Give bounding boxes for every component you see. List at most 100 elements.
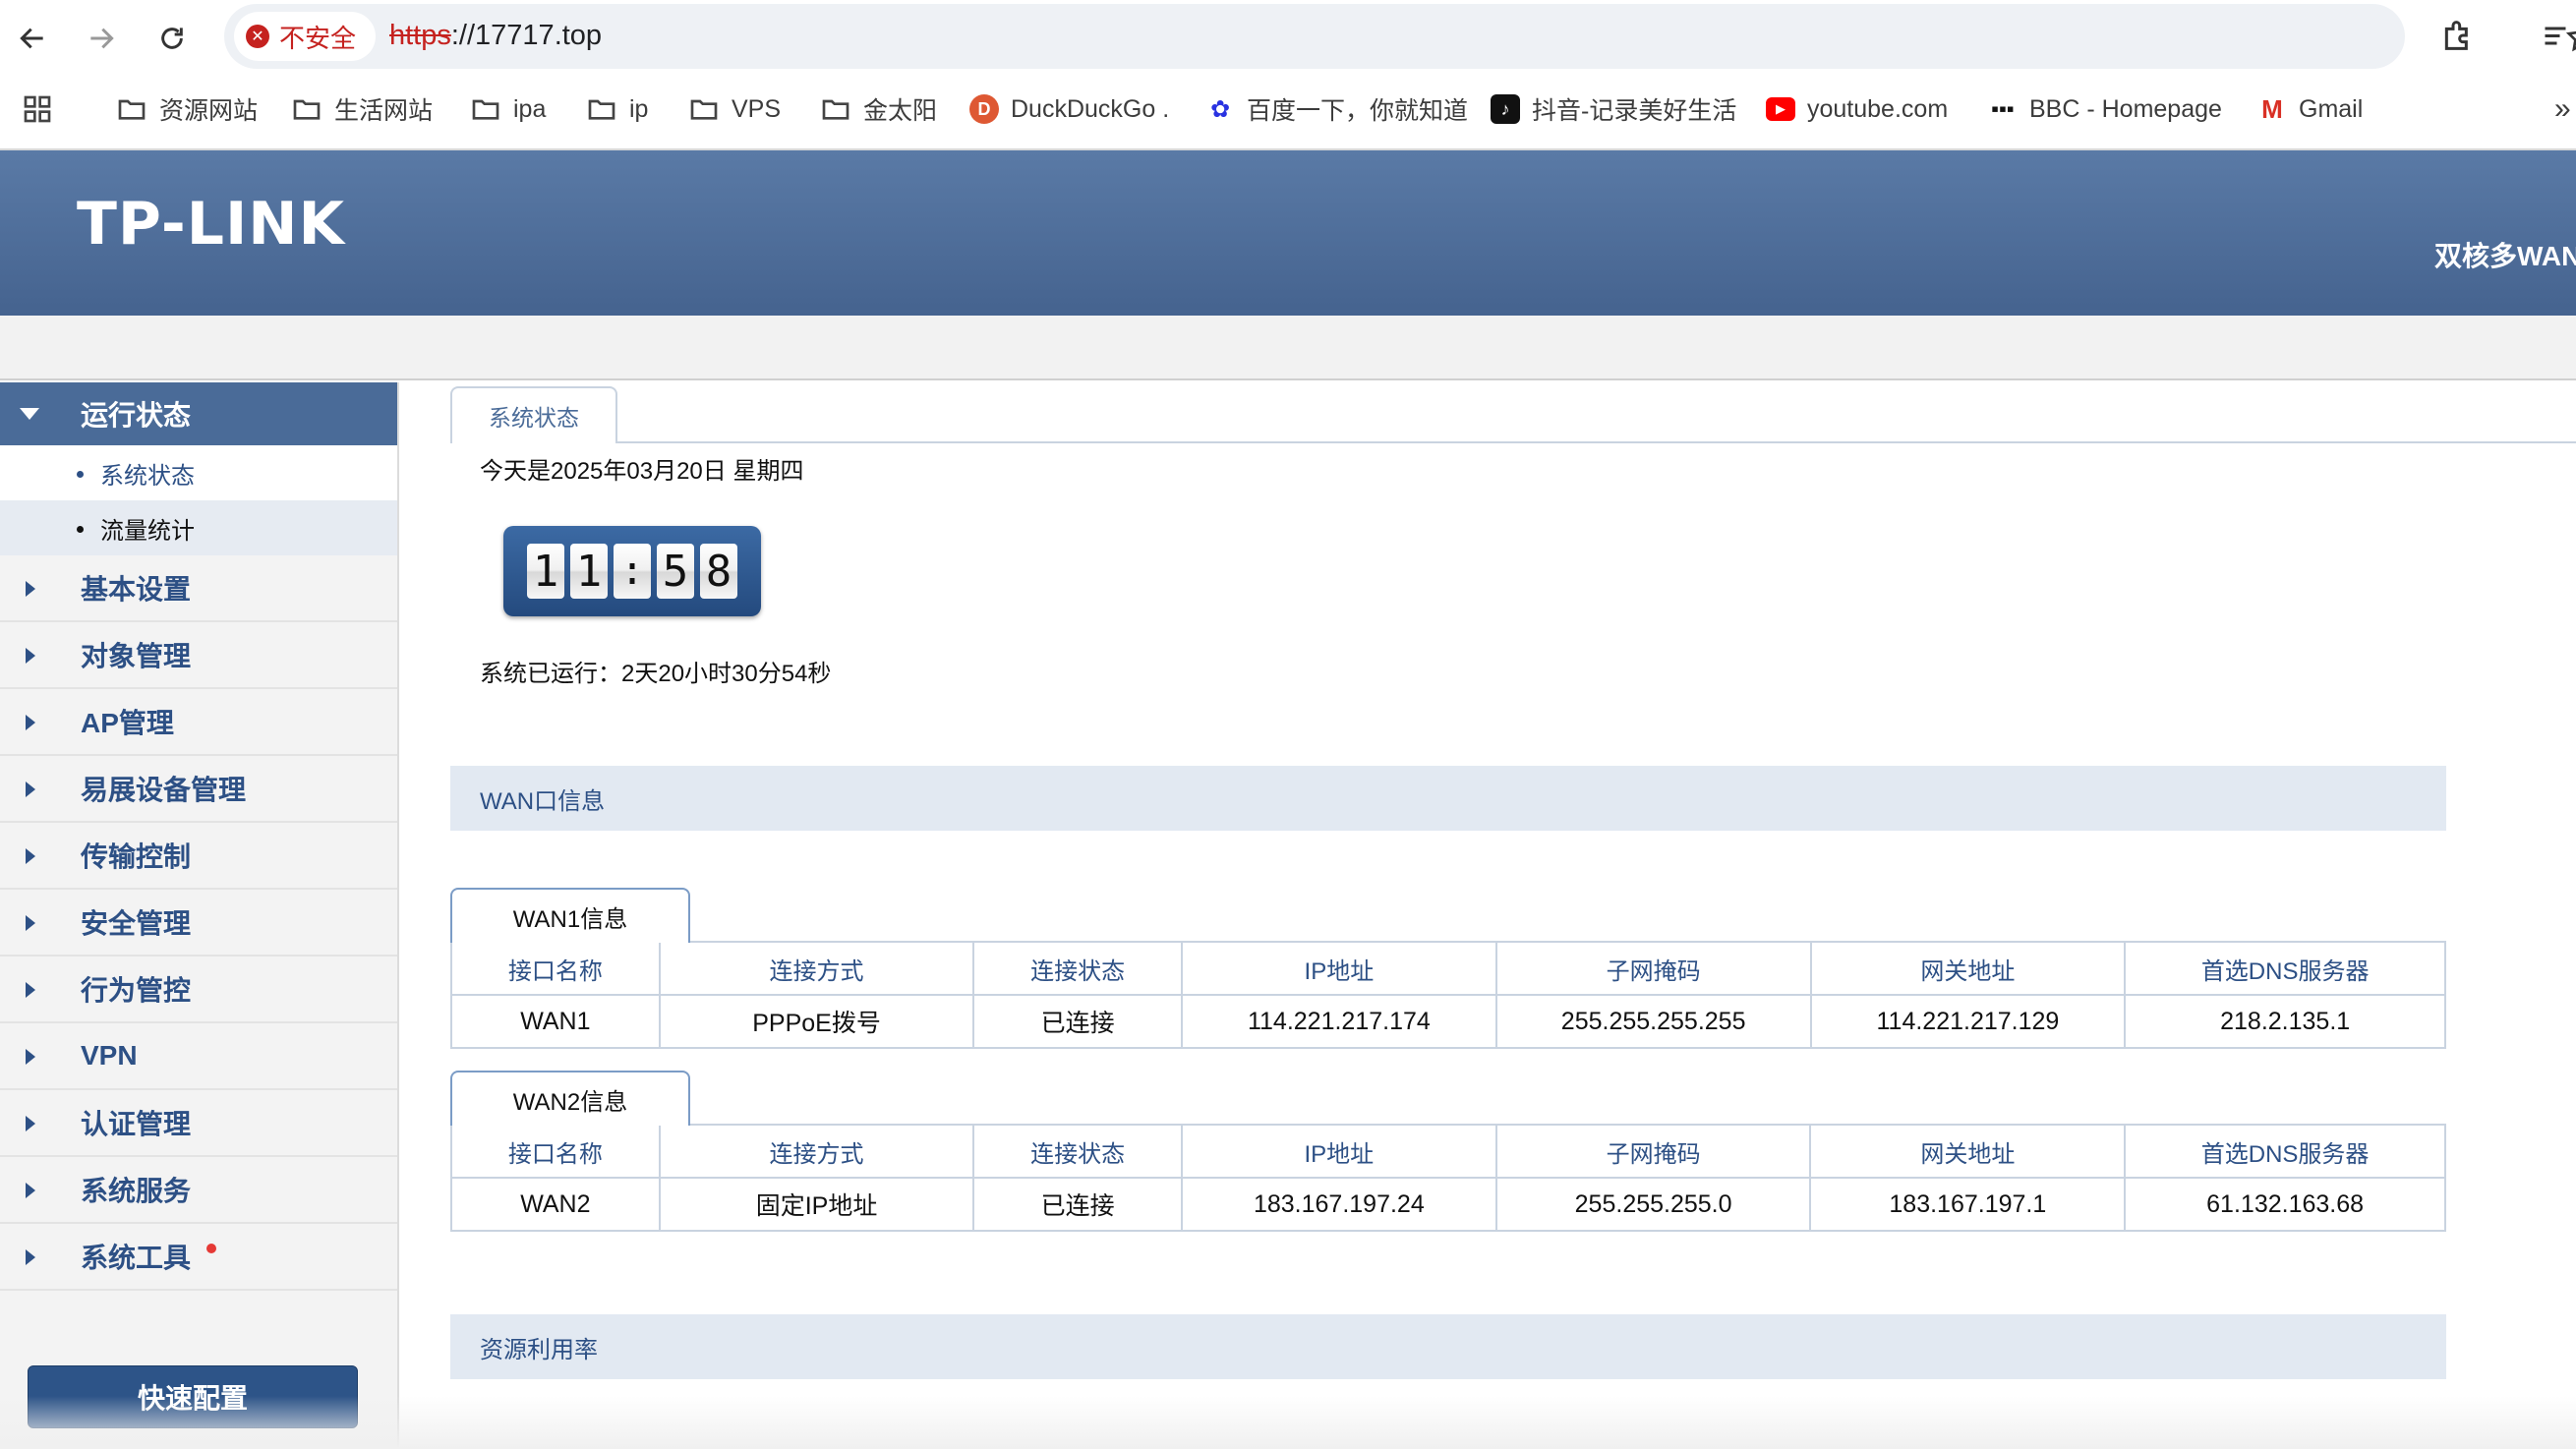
bookmark-label: youtube.com xyxy=(1807,94,1949,123)
bookmark-folder-resources[interactable]: 资源网站 xyxy=(116,87,258,132)
security-indicator[interactable]: ✕ 不安全 xyxy=(234,12,377,61)
bookmark-label: ipa xyxy=(513,94,547,123)
column-header: 首选DNS服务器 xyxy=(2124,1124,2446,1179)
sidebar-subitem-traffic-stats[interactable]: 流量统计 xyxy=(0,500,397,555)
bookmark-duckduckgo[interactable]: D DuckDuckGo . xyxy=(969,87,1169,132)
bookmark-folder-jintaiyang[interactable]: 金太阳 xyxy=(820,87,937,132)
bookmark-label: ip xyxy=(629,94,649,123)
caret-right-icon xyxy=(26,1116,35,1131)
bookmark-folder-ipa[interactable]: ipa xyxy=(470,87,546,132)
sidebar-item-behavior-control[interactable]: 行为管控 xyxy=(0,956,397,1023)
table-cell: 183.167.197.1 xyxy=(1809,1177,2127,1232)
browser-toolbar: ✕ 不安全 https://17717.top xyxy=(0,0,2576,75)
bookmark-bbc[interactable]: ▪▪▪ BBC - Homepage xyxy=(1988,87,2222,132)
bookmarks-overflow-button[interactable]: » xyxy=(2554,87,2571,132)
sidebar-item-ap-management[interactable]: AP管理 xyxy=(0,689,397,756)
header-subbar xyxy=(0,316,2576,380)
caret-right-icon xyxy=(26,915,35,931)
main-content: 系统状态 今天是2025年03月20日 星期四 1 1 : 5 8 系统已运行：… xyxy=(401,382,2576,1449)
bookmark-label: 资源网站 xyxy=(159,97,259,125)
sidebar-item-transfer-control[interactable]: 传输控制 xyxy=(0,823,397,890)
table-cell: 255.255.255.0 xyxy=(1494,1177,1812,1232)
table-cell: PPPoE拨号 xyxy=(658,994,975,1049)
sidebar-item-system-services[interactable]: 系统服务 xyxy=(0,1157,397,1224)
table-cell: 183.167.197.24 xyxy=(1180,1177,1497,1232)
sidebar-item-label: AP管理 xyxy=(81,708,174,738)
sidebar-item-vpn[interactable]: VPN xyxy=(0,1023,397,1090)
caret-right-icon xyxy=(26,581,35,597)
warning-icon: ✕ xyxy=(246,25,269,48)
column-header: 首选DNS服务器 xyxy=(2124,941,2446,996)
sidebar-item-label: 行为管控 xyxy=(81,975,192,1006)
apps-button[interactable] xyxy=(22,87,53,132)
sidebar-subitem-system-status[interactable]: 系统状态 xyxy=(0,445,397,500)
sidebar-group-run-status[interactable]: 运行状态 xyxy=(0,382,397,445)
brand-logo: TP-LINK xyxy=(77,190,346,259)
back-button[interactable] xyxy=(8,14,57,63)
table-cell: 218.2.135.1 xyxy=(2124,994,2446,1049)
column-header: 连接方式 xyxy=(658,1124,975,1179)
bbc-icon: ▪▪▪ xyxy=(1988,94,2018,124)
quick-config-button[interactable]: 快速配置 xyxy=(28,1365,358,1428)
bookmark-folder-vps[interactable]: VPS xyxy=(688,87,781,132)
table-cell: WAN2 xyxy=(450,1177,661,1232)
extensions-icon[interactable] xyxy=(2438,16,2478,55)
wan2-info-tab[interactable]: WAN2信息 xyxy=(450,1071,690,1126)
apps-grid-icon xyxy=(24,95,51,123)
bookmark-folder-ip[interactable]: ip xyxy=(586,87,648,132)
sidebar-group-label: 运行状态 xyxy=(81,400,192,431)
column-header: 子网掩码 xyxy=(1494,941,1812,996)
sidebar-item-system-tools[interactable]: 系统工具 xyxy=(0,1224,397,1291)
bookmarks-bar: 资源网站 生活网站 ipa ip VPS 金太阳 D DuckDuckGo . … xyxy=(0,87,2576,132)
sidebar-item-label: VPN xyxy=(81,1040,138,1071)
sidebar-item-label: 认证管理 xyxy=(81,1109,192,1139)
clock-digit: 1 xyxy=(527,544,564,599)
clock-digit: 8 xyxy=(700,544,737,599)
douyin-icon: ♪ xyxy=(1491,94,1520,124)
arrow-left-icon xyxy=(20,28,43,49)
sidebar-item-authentication[interactable]: 认证管理 xyxy=(0,1090,397,1157)
forward-button[interactable] xyxy=(77,14,126,63)
bullet-icon xyxy=(77,471,84,478)
column-header: 连接状态 xyxy=(972,1124,1183,1179)
bookmark-folder-life[interactable]: 生活网站 xyxy=(291,87,433,132)
bookmark-youtube[interactable]: ▶ youtube.com xyxy=(1766,87,1948,132)
wan1-table: 接口名称 连接方式 连接状态 IP地址 子网掩码 网关地址 首选DNS服务器 W… xyxy=(450,941,2446,1049)
column-header: 接口名称 xyxy=(450,941,661,996)
sidebar-item-object-management[interactable]: 对象管理 xyxy=(0,622,397,689)
sidebar-item-security[interactable]: 安全管理 xyxy=(0,890,397,956)
browser-chrome: ✕ 不安全 https://17717.top 资源网站 生活网站 ipa ip xyxy=(0,0,2576,150)
bookmark-baidu[interactable]: ✿ 百度一下，你就知道 xyxy=(1205,87,1468,132)
table-header-row: 接口名称 连接方式 连接状态 IP地址 子网掩码 网关地址 首选DNS服务器 xyxy=(450,941,2446,996)
url-text: https://17717.top xyxy=(389,20,602,52)
address-bar[interactable]: ✕ 不安全 https://17717.top xyxy=(224,4,2576,69)
sidebar: 运行状态 系统状态 流量统计 基本设置 对象管理 AP管理 易展设备管理 传输控… xyxy=(0,382,399,1449)
column-header: 子网掩码 xyxy=(1494,1124,1812,1179)
sidebar-item-extender-management[interactable]: 易展设备管理 xyxy=(0,756,397,823)
caret-down-icon xyxy=(20,408,39,420)
youtube-icon: ▶ xyxy=(1766,97,1795,121)
caret-right-icon xyxy=(26,1049,35,1065)
bookmark-douyin[interactable]: ♪ 抖音-记录美好生活 xyxy=(1491,87,1736,132)
reading-list-icon[interactable] xyxy=(2541,20,2576,55)
security-label: 不安全 xyxy=(279,23,357,53)
bookmark-gmail[interactable]: M Gmail xyxy=(2257,87,2363,132)
caret-right-icon xyxy=(26,982,35,998)
sidebar-item-label: 传输控制 xyxy=(81,841,192,872)
reload-button[interactable] xyxy=(147,14,197,63)
sidebar-subitem-label: 系统状态 xyxy=(100,462,195,490)
folder-icon xyxy=(822,99,849,120)
column-header: 连接状态 xyxy=(972,941,1183,996)
clock-separator: : xyxy=(614,544,651,599)
folder-icon xyxy=(588,99,615,120)
sidebar-item-basic-settings[interactable]: 基本设置 xyxy=(0,555,397,622)
gmail-icon: M xyxy=(2257,94,2287,124)
baidu-icon: ✿ xyxy=(1205,94,1235,124)
column-header: 接口名称 xyxy=(450,1124,661,1179)
chevron-double-right-icon: » xyxy=(2554,92,2571,125)
column-header: 网关地址 xyxy=(1809,941,2127,996)
tab-system-status[interactable]: 系统状态 xyxy=(450,386,617,443)
wan1-info-tab[interactable]: WAN1信息 xyxy=(450,888,690,943)
uptime-text: 系统已运行：2天20小时30分54秒 xyxy=(480,661,832,687)
bookmark-label: BBC - Homepage xyxy=(2029,94,2222,123)
